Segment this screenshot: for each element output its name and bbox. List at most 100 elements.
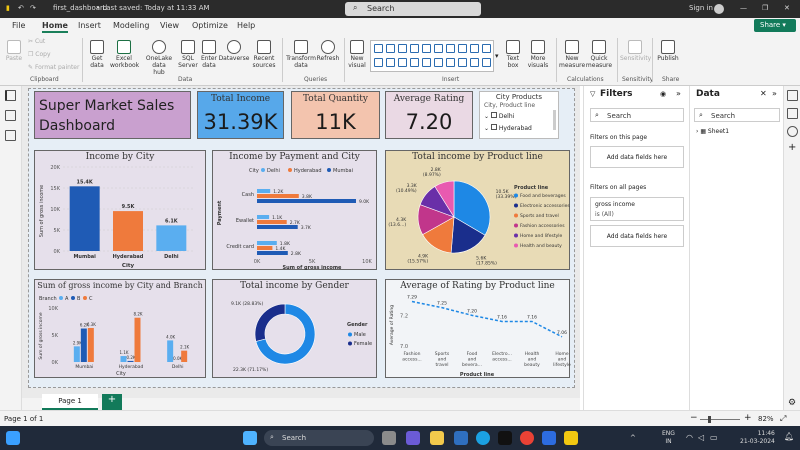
visual-type-icon[interactable] bbox=[434, 44, 443, 53]
task-view-icon[interactable] bbox=[382, 431, 396, 445]
language-indicator[interactable]: ENG IN bbox=[662, 430, 675, 446]
table-sheet1[interactable]: › ▦ Sheet1 bbox=[696, 128, 729, 135]
paste-button[interactable]: Paste bbox=[4, 40, 24, 62]
gallery-expand-icon[interactable]: ▾ bbox=[495, 52, 499, 60]
mail-icon[interactable] bbox=[454, 431, 468, 445]
add-page-button[interactable]: + bbox=[102, 394, 122, 410]
power-bi-icon[interactable] bbox=[564, 431, 578, 445]
refresh-button[interactable]: Refresh bbox=[316, 40, 340, 62]
save-status[interactable]: • Last saved: Today at 11:33 AM bbox=[96, 4, 210, 12]
app-icon[interactable] bbox=[542, 431, 556, 445]
income-city-branch-chart[interactable]: Sum of gross income by City and Branch B… bbox=[34, 279, 206, 378]
collapse-pane-icon[interactable]: » bbox=[772, 89, 777, 98]
text-box-button[interactable]: Text box bbox=[503, 40, 523, 69]
slicer-item-hyderabad[interactable]: ⌄ Hyderabad bbox=[484, 124, 532, 132]
recent-sources-button[interactable]: Recent sources bbox=[250, 40, 278, 69]
new-visual-button[interactable]: New visual bbox=[347, 40, 367, 69]
income-by-product-chart[interactable]: Total income by Product line 10.5K (33.39… bbox=[385, 150, 570, 270]
menu-insert[interactable]: Insert bbox=[78, 21, 101, 30]
fit-page-icon[interactable]: ⤢ bbox=[780, 414, 786, 424]
total-quantity-card[interactable]: Total Quantity 11K bbox=[291, 91, 380, 139]
zoom-slider-thumb[interactable] bbox=[708, 416, 711, 423]
gear-icon[interactable]: ⚙ bbox=[788, 398, 796, 408]
table-view-icon[interactable] bbox=[5, 110, 16, 121]
more-visuals-button[interactable]: More visuals bbox=[525, 40, 551, 69]
collapse-pane-icon[interactable]: » bbox=[676, 89, 681, 98]
gross-income-filter[interactable]: gross income is (All) bbox=[590, 197, 684, 221]
visual-type-icon[interactable] bbox=[386, 58, 395, 67]
income-by-payment-chart[interactable]: Income by Payment and City City Delhi Hyde… bbox=[212, 150, 377, 271]
maximize-icon[interactable]: ❐ bbox=[762, 4, 768, 12]
windows-start-icon[interactable] bbox=[243, 431, 257, 445]
teams-icon[interactable] bbox=[406, 431, 420, 445]
visualizations-icon[interactable] bbox=[787, 108, 798, 119]
eye-icon[interactable]: ◉ bbox=[660, 90, 666, 98]
visual-type-icon[interactable] bbox=[446, 58, 455, 67]
avatar-icon[interactable] bbox=[714, 4, 724, 14]
total-income-card[interactable]: Total Income 31.39K bbox=[197, 91, 284, 139]
tray-chevron-icon[interactable]: ^ bbox=[630, 434, 636, 442]
visual-type-icon[interactable] bbox=[374, 58, 383, 67]
visual-type-icon[interactable] bbox=[482, 44, 491, 53]
menu-modeling[interactable]: Modeling bbox=[113, 21, 149, 30]
slicer-item-delhi[interactable]: ⌄ Delhi bbox=[484, 112, 514, 120]
visual-type-icon[interactable] bbox=[482, 58, 491, 67]
dashboard-title-card[interactable]: Super Market Sales Dashboard bbox=[34, 91, 191, 139]
rating-by-product-chart[interactable]: Average of Rating by Product line 7.2 7.0… bbox=[385, 279, 571, 378]
edge-icon[interactable] bbox=[476, 431, 490, 445]
visual-type-icon[interactable] bbox=[446, 44, 455, 53]
visual-type-icon[interactable] bbox=[470, 44, 479, 53]
onelake-button[interactable]: OneLake data hub bbox=[140, 40, 178, 76]
copy-button[interactable]: ❐ Copy bbox=[28, 51, 51, 58]
filters-toggle-icon[interactable] bbox=[787, 126, 798, 137]
format-painter-button[interactable]: ✎ Format painter bbox=[28, 64, 79, 71]
zoom-in-icon[interactable]: + bbox=[744, 413, 752, 423]
checkbox-icon[interactable] bbox=[490, 112, 497, 118]
visual-type-icon[interactable] bbox=[422, 44, 431, 53]
widgets-icon[interactable] bbox=[6, 431, 20, 445]
visual-type-icon[interactable] bbox=[386, 44, 395, 53]
menu-help[interactable]: Help bbox=[237, 21, 255, 30]
chrome-icon[interactable] bbox=[520, 431, 534, 445]
transform-data-button[interactable]: Transform data bbox=[286, 40, 316, 69]
undo-icon[interactable]: ↶ bbox=[18, 4, 24, 12]
battery-icon[interactable]: ▭ bbox=[710, 433, 718, 442]
visual-type-icon[interactable] bbox=[398, 58, 407, 67]
title-search-input[interactable]: ⌕ Search bbox=[345, 2, 481, 16]
file-explorer-icon[interactable] bbox=[430, 431, 444, 445]
get-data-button[interactable]: Get data bbox=[86, 40, 108, 69]
redo-icon[interactable]: ↷ bbox=[30, 4, 36, 12]
add-data-fields-all[interactable]: Add data fields here bbox=[590, 225, 684, 247]
minimize-icon[interactable]: — bbox=[740, 4, 747, 12]
notification-bell-icon[interactable]: 🔔︎ bbox=[784, 432, 794, 441]
model-view-icon[interactable] bbox=[5, 130, 16, 141]
data-search-input[interactable]: ⌕ Search bbox=[694, 108, 780, 122]
menu-file[interactable]: File bbox=[12, 21, 25, 30]
average-rating-card[interactable]: Average Rating 7.20 bbox=[385, 91, 473, 139]
visual-type-icon[interactable] bbox=[434, 58, 443, 67]
dataverse-button[interactable]: Dataverse bbox=[218, 40, 250, 62]
menu-view[interactable]: View bbox=[160, 21, 179, 30]
page-tab-1[interactable]: Page 1 bbox=[42, 394, 98, 410]
dell-icon[interactable] bbox=[498, 431, 512, 445]
slicer-scrollbar[interactable] bbox=[553, 110, 556, 130]
close-icon[interactable]: ✕ bbox=[784, 4, 790, 12]
visual-type-icon[interactable] bbox=[410, 58, 419, 67]
taskbar-search-input[interactable]: ⌕ Search bbox=[264, 430, 374, 446]
visual-type-icon[interactable] bbox=[374, 44, 383, 53]
report-view-icon[interactable] bbox=[5, 90, 16, 101]
share-button[interactable]: Share ▾ bbox=[754, 19, 796, 32]
visual-type-icon[interactable] bbox=[458, 58, 467, 67]
zoom-slider[interactable] bbox=[700, 419, 740, 420]
menu-optimize[interactable]: Optimize bbox=[192, 21, 228, 30]
close-pane-icon[interactable]: ✕ bbox=[760, 89, 767, 98]
new-measure-button[interactable]: New measure bbox=[559, 40, 585, 69]
add-icon[interactable]: + bbox=[788, 142, 796, 153]
format-pane-icon[interactable] bbox=[787, 90, 798, 101]
excel-workbook-button[interactable]: Excel workbook bbox=[110, 40, 139, 69]
income-by-city-chart[interactable]: Income by City 20K 15K 10K 5K 0K 15.4K Mumbai 9… bbox=[34, 150, 206, 270]
volume-icon[interactable]: ◁ bbox=[698, 433, 704, 442]
visual-type-icon[interactable] bbox=[398, 44, 407, 53]
city-products-slicer[interactable]: City Products City, Product line ⌄ Delhi… bbox=[479, 91, 559, 139]
publish-button[interactable]: Publish bbox=[655, 40, 681, 62]
